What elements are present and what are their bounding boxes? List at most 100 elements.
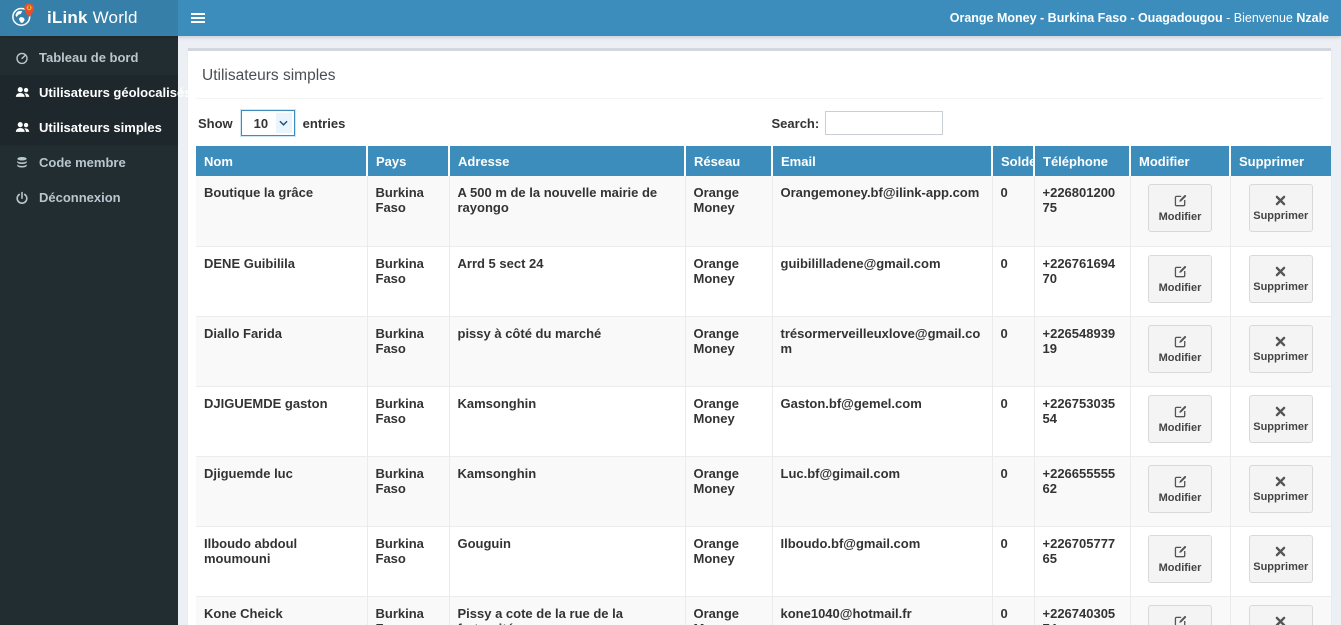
column-header-email[interactable]: Email (771, 146, 992, 176)
cell-supprimer: Supprimer (1229, 526, 1331, 596)
supprimer-button-label: Supprimer (1253, 560, 1309, 573)
sidebar-item-deconnexion[interactable]: Déconnexion (0, 180, 178, 215)
supprimer-button[interactable]: Supprimer (1248, 394, 1313, 443)
brand[interactable]: $ iLink World (0, 0, 178, 36)
cell-pays: Burkina Faso (366, 316, 449, 386)
modifier-button-label: Modifier (1158, 561, 1202, 574)
brand-title: iLink World (47, 8, 138, 28)
table-toolbar: Show 10 entries Search: (196, 99, 1323, 146)
edit-icon (1173, 544, 1188, 559)
column-header-adresse[interactable]: Adresse (448, 146, 685, 176)
cell-email: guibililladene@gmail.com (771, 246, 992, 316)
cell-adresse: Pissy a cote de la rue de la fraternité (448, 596, 685, 625)
cell-email: Gaston.bf@gemel.com (771, 386, 992, 456)
table-row: Ilboudo abdoul moumouni Burkina Faso Gougu… (196, 526, 1331, 596)
show-label: Show (198, 115, 233, 131)
cell-modifier: Modifier (1129, 526, 1230, 596)
cell-telephone: +22654893919 (1033, 316, 1130, 386)
cell-nom: Diallo Farida (204, 325, 283, 341)
cell-supprimer: Supprimer (1229, 386, 1331, 456)
column-header-solde[interactable]: Solde (991, 146, 1034, 176)
cell-modifier: Modifier (1129, 456, 1230, 526)
x-icon (1274, 545, 1287, 558)
table-row: Kone Cheick Burkina FasoPissy a cote de l… (196, 596, 1331, 625)
modifier-button-label: Modifier (1158, 351, 1202, 364)
column-header-nom[interactable]: Nom (196, 146, 367, 176)
supprimer-button[interactable]: Supprimer (1248, 464, 1313, 513)
modifier-button[interactable]: Modifier (1148, 464, 1212, 513)
cell-adresse: Kamsonghin (448, 456, 685, 526)
cell-reseau: Orange Money (684, 176, 772, 246)
cell-nom: Boutique la grâce (204, 185, 314, 200)
column-header-supprimer[interactable]: Supprimer (1229, 146, 1331, 176)
modifier-button-label: Modifier (1158, 211, 1202, 223)
cell-telephone: +22670577765 (1033, 526, 1130, 596)
sidebar-item-tableau-de-bord[interactable]: Tableau de bord (0, 40, 178, 75)
column-header-modifier[interactable]: Modifier (1129, 146, 1230, 176)
table-row: DENE Guibilila Burkina Faso Arrd 5 sect 24… (196, 246, 1331, 316)
cell-solde: 0 (991, 246, 1034, 316)
supprimer-button[interactable]: Supprimer (1248, 604, 1313, 625)
users-icon (14, 120, 30, 135)
cell-pays: Burkina Faso (366, 526, 449, 596)
cell-modifier: Modifier (1129, 386, 1230, 456)
supprimer-button-label: Supprimer (1253, 490, 1309, 503)
cell-solde: 0 (991, 596, 1034, 625)
cell-reseau: Orange Money (684, 246, 772, 316)
cell-solde: 0 (991, 456, 1034, 526)
supprimer-button[interactable]: Supprimer (1248, 184, 1313, 232)
modifier-button[interactable]: Modifier (1148, 394, 1212, 443)
cell-solde: 0 (991, 386, 1034, 456)
cell-pays: Burkina Faso (366, 176, 449, 246)
column-header-pays[interactable]: Pays (366, 146, 449, 176)
supprimer-button[interactable]: Supprimer (1248, 324, 1313, 373)
sidebar-item-utilisateurs-geolocalises[interactable]: Utilisateurs géolocalisés (0, 75, 191, 110)
search-label: Search: (771, 115, 820, 131)
sidebar-item-label: Code membre (39, 155, 126, 170)
cell-email: Luc.bf@gimail.com (771, 456, 992, 526)
modifier-button[interactable]: Modifier (1148, 324, 1212, 373)
cell-email: trésormerveilleuxlove@gmail.com (771, 316, 992, 386)
cell-modifier: Modifier (1129, 246, 1230, 316)
table-body: Boutique la grâce Burkina Faso A 500 m de … (196, 176, 1331, 625)
hamburger-icon (191, 11, 205, 25)
brand-title-regular: World (87, 8, 138, 27)
modifier-button[interactable]: Modifier (1148, 184, 1212, 232)
page-length-select[interactable]: 10 (241, 111, 294, 135)
cell-email: Orangemoney.bf@ilink-app.com (771, 176, 992, 246)
cell-telephone: +22665555562 (1033, 456, 1130, 526)
cell-reseau: Orange Money (684, 386, 772, 456)
table-header-row: Nom Pays Adresse Réseau Email Solde Téléphone M… (196, 146, 1331, 176)
sidebar-toggle-button[interactable] (178, 0, 218, 36)
cell-nom: Kone Cheick (204, 605, 283, 621)
cell-nom: Ilboudo abdoul moumouni (204, 535, 298, 566)
search-control: Search: (760, 111, 1322, 135)
column-header-reseau[interactable]: Réseau (684, 146, 772, 176)
cell-email: Ilboudo.bf@gmail.com (771, 526, 992, 596)
cell-pays: Burkina Faso (366, 246, 449, 316)
cell-nom: DJIGUEMDE gaston (204, 395, 328, 411)
modifier-button[interactable]: Modifier (1148, 254, 1212, 303)
search-input[interactable] (825, 111, 944, 135)
navbar-main: Orange Money - Burkina Faso - Ouagadougo… (178, 0, 1341, 36)
page-length-control: Show 10 entries (198, 109, 760, 137)
modifier-button[interactable]: Modifier (1148, 604, 1212, 625)
supprimer-button[interactable]: Supprimer (1248, 254, 1313, 303)
sidebar-item-utilisateurs-simples[interactable]: Utilisateurs simples (0, 110, 178, 145)
cell-modifier: Modifier (1129, 596, 1230, 625)
cell-pays: Burkina Faso (366, 596, 449, 625)
column-header-telephone[interactable]: Téléphone (1033, 146, 1130, 176)
modifier-button[interactable]: Modifier (1148, 534, 1212, 583)
edit-icon (1173, 193, 1188, 208)
x-icon (1274, 335, 1287, 348)
brand-title-bold: iLink (47, 8, 88, 27)
supprimer-button[interactable]: Supprimer (1248, 534, 1313, 583)
welcome-segment: Orange Money - Burkina Faso - Ouagadougo… (949, 11, 1223, 25)
sidebar-item-label: Utilisateurs simples (39, 120, 162, 135)
sidebar-item-code-membre[interactable]: Code membre (0, 145, 178, 180)
welcome-segment: - Bienvenue (1222, 11, 1297, 25)
cell-solde: 0 (991, 526, 1034, 596)
cell-reseau: Orange Money (684, 526, 772, 596)
edit-icon (1173, 474, 1188, 489)
cell-adresse: Arrd 5 sect 24 (448, 246, 685, 316)
